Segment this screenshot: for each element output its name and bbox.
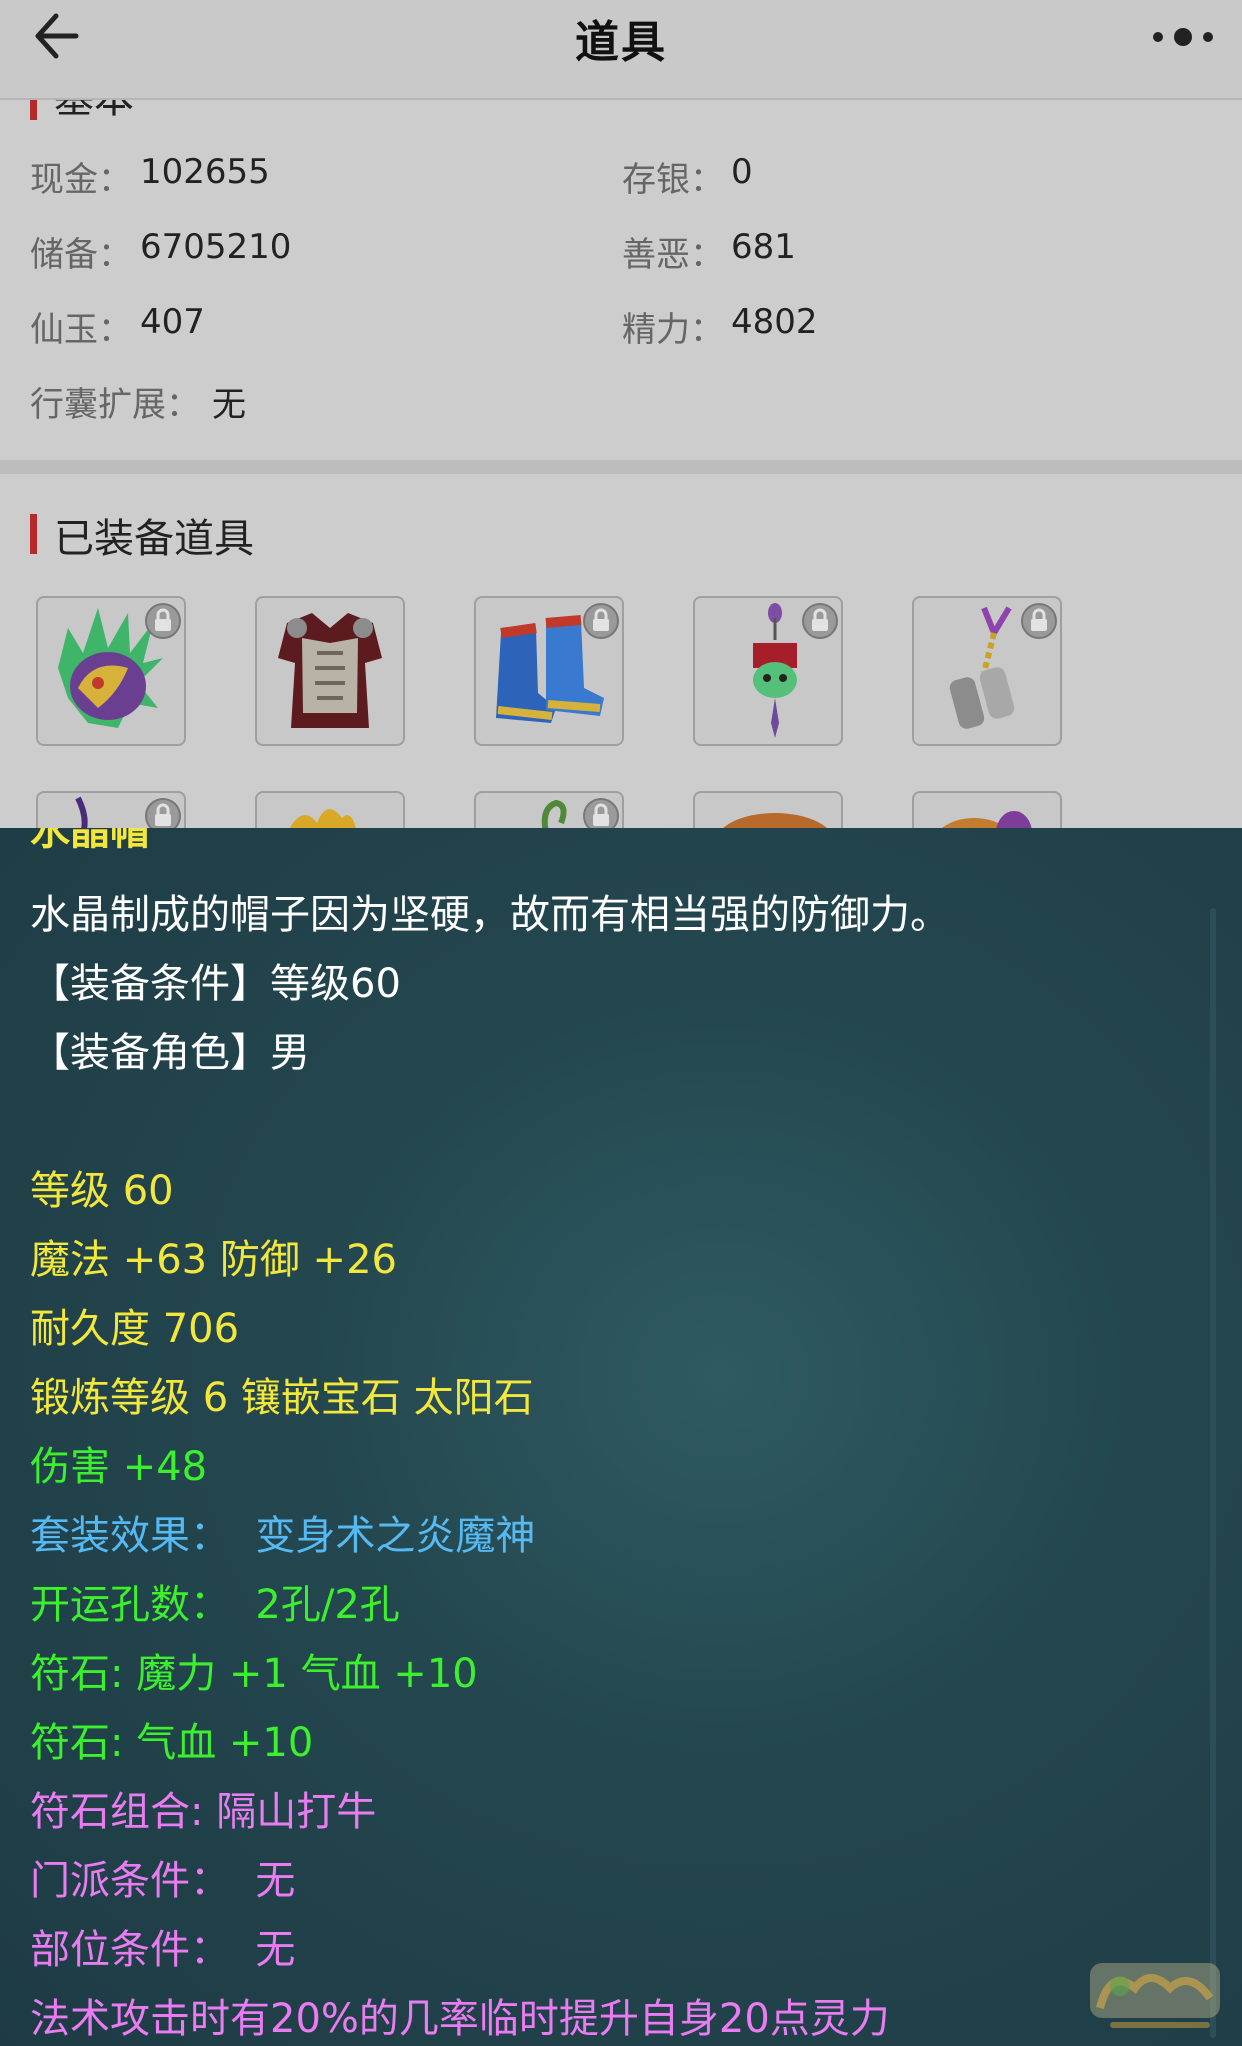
reserve-label: 储备： bbox=[30, 235, 132, 275]
equip-slot-leaf-accessory[interactable] bbox=[255, 791, 405, 829]
sect-condition: 门派条件： 无 bbox=[30, 1858, 296, 1904]
rune-combo: 符石组合: 隔山打牛 bbox=[30, 1789, 377, 1835]
section-divider bbox=[0, 460, 1242, 474]
part-condition: 部位条件： 无 bbox=[30, 1927, 296, 1973]
forge-gem-info: 锻炼等级 6 镶嵌宝石 太阳石 bbox=[30, 1375, 534, 1421]
durability: 耐久度 706 bbox=[30, 1306, 240, 1352]
equip-condition: 【装备条件】等级60 bbox=[30, 961, 401, 1007]
scrollbar-track[interactable] bbox=[1210, 908, 1216, 2038]
jade-label: 仙玉： bbox=[30, 310, 132, 350]
lock-icon bbox=[145, 798, 181, 829]
item-name: 水晶帽 bbox=[30, 828, 150, 854]
game-logo-watermark bbox=[1090, 1963, 1220, 2028]
cash-label: 现金： bbox=[30, 160, 132, 200]
more-options-icon[interactable] bbox=[1150, 20, 1216, 54]
lock-icon bbox=[583, 798, 619, 829]
equipped-section-title: 已装备道具 bbox=[54, 516, 254, 562]
item-level: 等级 60 bbox=[30, 1168, 174, 1214]
bank-value: 0 bbox=[731, 152, 753, 192]
armor-icon bbox=[278, 613, 382, 728]
set-effect: 套装效果： 变身术之炎魔神 bbox=[30, 1513, 536, 1559]
bag-expand-label: 行囊扩展： bbox=[30, 385, 200, 425]
equip-slot-armor[interactable] bbox=[255, 596, 405, 746]
equip-slot-weapon[interactable] bbox=[36, 791, 186, 829]
equipped-items-section: 已装备道具 bbox=[0, 474, 1242, 829]
equip-slot-hat[interactable] bbox=[693, 791, 843, 829]
energy-label: 精力： bbox=[622, 310, 724, 350]
section-marker bbox=[30, 100, 37, 120]
rune-stone-1: 符石: 魔力 +1 气血 +10 bbox=[30, 1651, 478, 1697]
headwear-icon bbox=[940, 811, 1032, 829]
bag-expand-value: 无 bbox=[212, 385, 246, 425]
lock-icon bbox=[1021, 603, 1057, 639]
lock-icon bbox=[583, 603, 619, 639]
reserve-value: 6705210 bbox=[140, 227, 292, 267]
equip-slot-belt[interactable] bbox=[912, 596, 1062, 746]
item-detail-panel[interactable]: 水晶帽 水晶制成的帽子因为坚硬，故而有相当强的防御力。 【装备条件】等级60 【… bbox=[0, 828, 1242, 2046]
magic-defense-stats: 魔法 +63 防御 +26 bbox=[30, 1237, 397, 1283]
damage-bonus: 伤害 +48 bbox=[30, 1444, 208, 1490]
jade-value: 407 bbox=[140, 302, 205, 342]
karma-value: 681 bbox=[731, 227, 796, 267]
section-marker bbox=[30, 514, 37, 554]
special-effect: 法术攻击时有20%的几率临时提升自身20点灵力 bbox=[30, 1996, 890, 2042]
hat-icon bbox=[721, 813, 829, 829]
equip-role: 【装备角色】男 bbox=[30, 1030, 310, 1076]
energy-value: 4802 bbox=[731, 302, 818, 342]
karma-label: 善恶： bbox=[622, 235, 724, 275]
equip-slot-ring[interactable] bbox=[474, 791, 624, 829]
basic-section-title: 基本 bbox=[54, 100, 134, 124]
equip-slot-headwear[interactable] bbox=[912, 791, 1062, 829]
top-nav-bar: 道具 bbox=[0, 0, 1242, 100]
rune-stone-2: 符石: 气血 +10 bbox=[30, 1720, 314, 1766]
luck-holes: 开运孔数： 2孔/2孔 bbox=[30, 1582, 400, 1628]
bank-label: 存银： bbox=[622, 160, 724, 200]
equip-slot-helmet[interactable] bbox=[36, 596, 186, 746]
equip-slot-boots[interactable] bbox=[474, 596, 624, 746]
equip-slot-necklace[interactable] bbox=[693, 596, 843, 746]
lock-icon bbox=[145, 603, 181, 639]
basic-info-section: 基本 现金： 102655 存银： 0 储备： 6705210 善恶： 681 … bbox=[0, 100, 1242, 460]
leaf-icon bbox=[289, 809, 357, 829]
item-description: 水晶制成的帽子因为坚硬，故而有相当强的防御力。 bbox=[30, 892, 950, 938]
cash-value: 102655 bbox=[140, 152, 270, 192]
lock-icon bbox=[802, 603, 838, 639]
page-title: 道具 bbox=[575, 17, 667, 68]
